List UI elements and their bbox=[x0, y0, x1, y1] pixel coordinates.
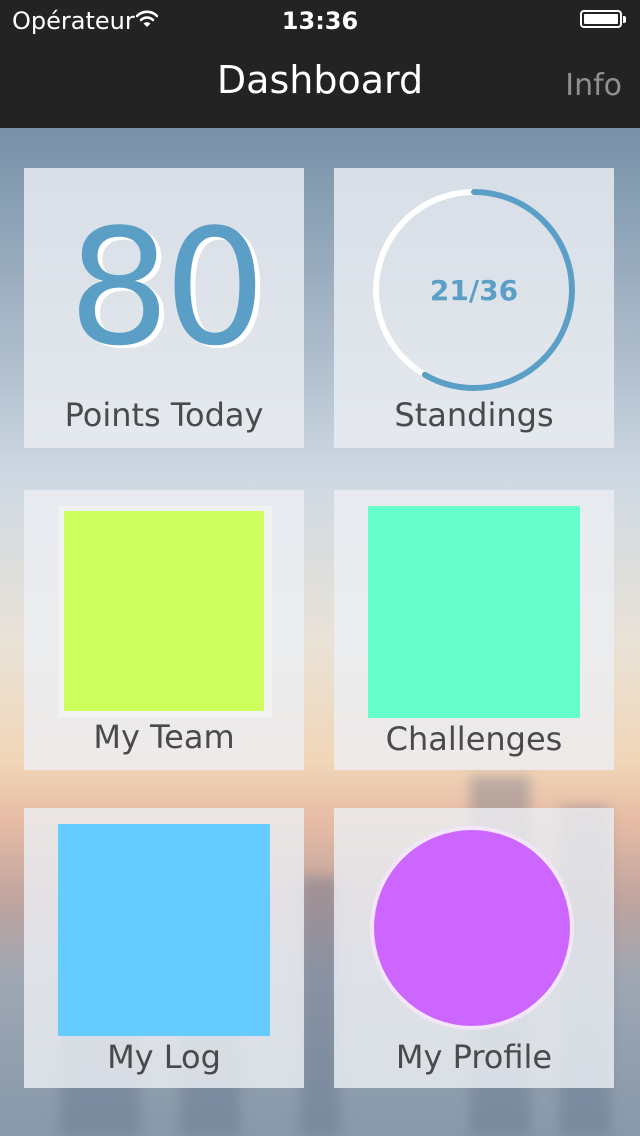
challenges-image bbox=[368, 506, 580, 718]
profile-avatar bbox=[370, 826, 574, 1030]
my-team-tile[interactable]: My Team bbox=[24, 490, 304, 770]
my-log-label: My Log bbox=[107, 1038, 221, 1076]
my-profile-tile[interactable]: My Profile bbox=[334, 808, 614, 1088]
points-today-label: Points Today bbox=[64, 396, 264, 434]
my-log-tile[interactable]: My Log bbox=[24, 808, 304, 1088]
navigation-bar: Dashboard Info bbox=[0, 40, 640, 128]
page-title: Dashboard bbox=[216, 58, 424, 102]
battery-icon bbox=[580, 10, 626, 28]
standings-label: Standings bbox=[394, 396, 554, 434]
my-profile-label: My Profile bbox=[395, 1038, 553, 1076]
standings-value: 21/36 bbox=[429, 274, 519, 307]
points-today-tile[interactable]: 80 Points Today bbox=[24, 168, 304, 448]
info-button[interactable]: Info bbox=[565, 68, 622, 103]
team-image bbox=[64, 511, 264, 711]
status-bar: Opérateur 13:36 bbox=[0, 0, 640, 40]
challenges-tile[interactable]: Challenges bbox=[334, 490, 614, 770]
log-image bbox=[58, 824, 270, 1036]
my-team-label: My Team bbox=[93, 718, 235, 756]
standings-tile[interactable]: 21/36 Standings bbox=[334, 168, 614, 448]
points-value: 80 bbox=[68, 194, 266, 381]
challenges-label: Challenges bbox=[385, 720, 563, 758]
status-time: 13:36 bbox=[281, 7, 359, 35]
